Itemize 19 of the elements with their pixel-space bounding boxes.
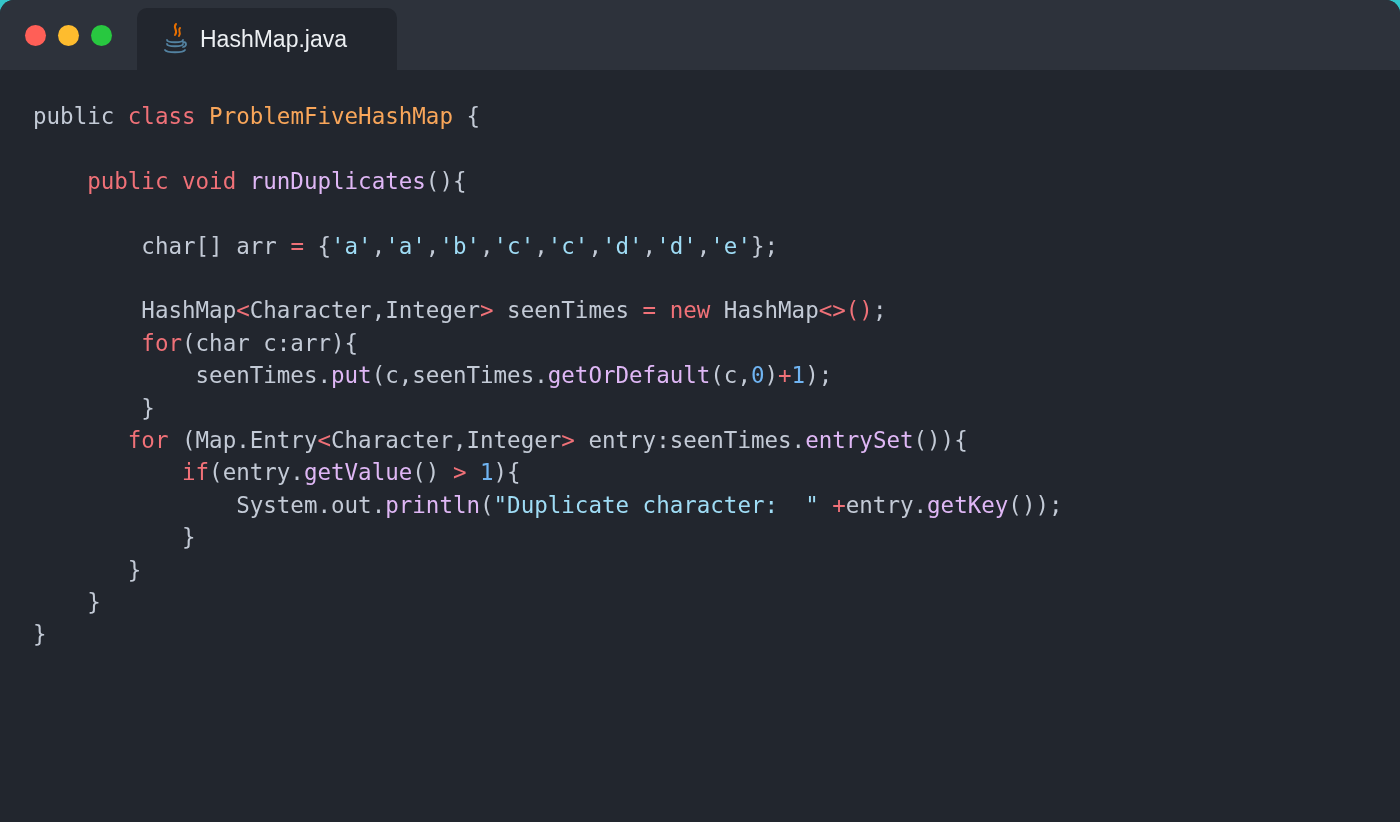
code-line: if(entry.getValue() > 1){ xyxy=(182,459,521,486)
window-control-button[interactable] xyxy=(58,25,79,46)
code-line: } xyxy=(87,589,101,616)
code-line: HashMap<Character,Integer> seenTimes = new HashMap<>(); xyxy=(141,297,887,324)
code-line: } xyxy=(141,394,155,421)
code-line: } xyxy=(33,621,47,648)
code-line: } xyxy=(127,556,142,583)
code-line: char[] arr = {'a','a','b','c','c','d','d','e'}; xyxy=(141,232,779,259)
window-control-button[interactable] xyxy=(25,25,46,46)
code-line: System.out.println("Duplicate character: " +entry.getKey()); xyxy=(236,491,1063,518)
code-line: public class ProblemFiveHashMap { xyxy=(33,103,481,129)
code-line: seenTimes.put(c,seenTimes.getOrDefault(c,0)+1); xyxy=(195,362,833,389)
file-tab[interactable]: HashMap.java xyxy=(137,8,397,70)
coffee-cup-icon xyxy=(162,22,188,56)
window-control-button[interactable] xyxy=(91,25,112,46)
code-line: for(char c:arr){ xyxy=(141,329,359,356)
code-line: public void runDuplicates(){ xyxy=(87,167,467,194)
code-line: } xyxy=(182,524,196,551)
code-line: for (Map.Entry<Character,Integer> entry:seenTimes.entrySet()){ xyxy=(127,427,968,453)
